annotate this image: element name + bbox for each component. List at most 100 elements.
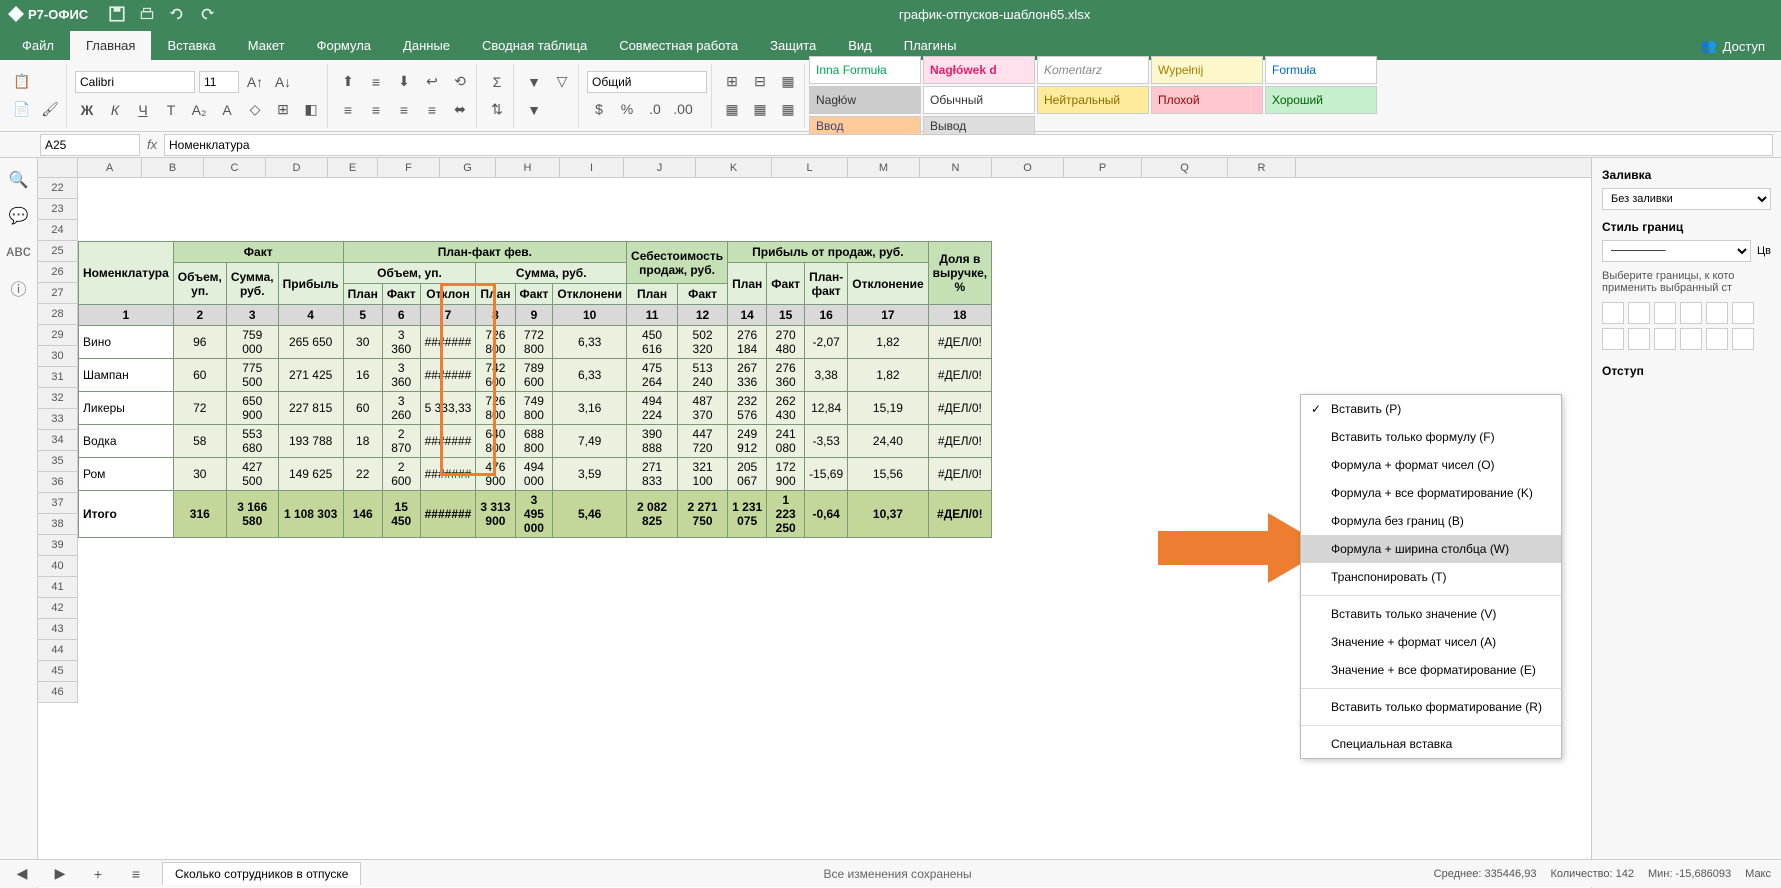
row-header[interactable]: 42: [38, 598, 77, 619]
ctx-item[interactable]: Значение + формат чисел (A): [1301, 628, 1561, 656]
prev-sheet-icon[interactable]: ◀: [10, 862, 34, 886]
border-inner-icon[interactable]: [1628, 302, 1650, 324]
ctx-item[interactable]: Формула + формат чисел (O): [1301, 451, 1561, 479]
font-name-input[interactable]: [75, 71, 195, 93]
tab-совместная работа[interactable]: Совместная работа: [603, 31, 754, 60]
tab-файл[interactable]: Файл: [6, 31, 70, 60]
add-sheet-icon[interactable]: +: [86, 862, 110, 886]
column-header[interactable]: R: [1228, 158, 1296, 177]
column-header[interactable]: J: [624, 158, 696, 177]
sheet-tab[interactable]: Сколько сотрудников в отпуске: [162, 862, 361, 885]
clear-icon[interactable]: ◧: [299, 98, 323, 122]
wrap-text-icon[interactable]: ↩: [420, 70, 444, 94]
subscript-icon[interactable]: A₂: [187, 98, 211, 122]
style-cell[interactable]: Wypełnij: [1151, 56, 1263, 84]
style-cell[interactable]: Хороший: [1265, 86, 1377, 114]
row-header[interactable]: 38: [38, 514, 77, 535]
undo-icon[interactable]: [168, 5, 186, 23]
decrease-font-icon[interactable]: A↓: [271, 70, 295, 94]
column-header[interactable]: K: [696, 158, 772, 177]
fill-select[interactable]: Без заливки: [1602, 188, 1771, 210]
ctx-item[interactable]: Значение + все форматирование (E): [1301, 656, 1561, 684]
cell-styles[interactable]: Inna FormułaNagłówek dKomentarzWypełnijF…: [809, 56, 1377, 136]
column-header[interactable]: N: [920, 158, 992, 177]
paste-special-menu[interactable]: Вставить (P)Вставить только формулу (F)Ф…: [1300, 394, 1562, 759]
border-all-icon[interactable]: [1654, 302, 1676, 324]
row-header[interactable]: 43: [38, 619, 77, 640]
row-header[interactable]: 41: [38, 577, 77, 598]
tab-данные[interactable]: Данные: [387, 31, 466, 60]
row-header[interactable]: 27: [38, 283, 77, 304]
row-header[interactable]: 34: [38, 430, 77, 451]
border-vmid-icon[interactable]: [1628, 328, 1650, 350]
ctx-item[interactable]: Формула + все форматирование (K): [1301, 479, 1561, 507]
style-cell[interactable]: Нейтральный: [1037, 86, 1149, 114]
row-header[interactable]: 40: [38, 556, 77, 577]
paste-icon[interactable]: 📄: [10, 98, 34, 122]
strikethrough-icon[interactable]: Т: [159, 98, 183, 122]
ctx-item[interactable]: Формула + ширина столбца (W): [1301, 535, 1561, 563]
increase-decimal-icon[interactable]: .00: [671, 97, 695, 121]
font-color-icon[interactable]: A: [215, 98, 239, 122]
style-cell[interactable]: Nagłów: [809, 86, 921, 114]
column-header[interactable]: L: [772, 158, 848, 177]
column-header[interactable]: E: [328, 158, 378, 177]
border-bottom-icon[interactable]: [1732, 328, 1754, 350]
fill-color-icon[interactable]: ◇: [243, 98, 267, 122]
tab-вставка[interactable]: Вставка: [151, 31, 231, 60]
row-header[interactable]: 23: [38, 199, 77, 220]
share-button[interactable]: 👥 Доступ: [1684, 32, 1781, 60]
ctx-item[interactable]: Вставить (P): [1301, 395, 1561, 423]
column-header[interactable]: G: [440, 158, 496, 177]
border-diag1-icon[interactable]: [1706, 302, 1728, 324]
border-hmid-icon[interactable]: [1706, 328, 1728, 350]
align-right-icon[interactable]: ≡: [392, 98, 416, 122]
format-icon[interactable]: ▦: [748, 98, 772, 122]
align-bottom-icon[interactable]: ⬇: [392, 70, 416, 94]
ctx-item[interactable]: Вставить только форматирование (R): [1301, 693, 1561, 721]
column-header[interactable]: O: [992, 158, 1064, 177]
border-style-select[interactable]: ───────: [1602, 240, 1751, 262]
align-center-icon[interactable]: ≡: [364, 98, 388, 122]
select-all-corner[interactable]: [38, 158, 78, 177]
row-header[interactable]: 25: [38, 241, 77, 262]
italic-icon[interactable]: К: [103, 98, 127, 122]
cell-format-icon[interactable]: ▦: [776, 98, 800, 122]
row-header[interactable]: 22: [38, 178, 77, 199]
merge-icon[interactable]: ⬌: [448, 98, 472, 122]
sheet-list-icon[interactable]: ≡: [124, 862, 148, 886]
ctx-item[interactable]: Формула без границ (B): [1301, 507, 1561, 535]
border-top-icon[interactable]: [1680, 328, 1702, 350]
filter-icon[interactable]: ▼: [522, 70, 546, 94]
row-header[interactable]: 36: [38, 472, 77, 493]
align-left-icon[interactable]: ≡: [336, 98, 360, 122]
tab-сводная таблица[interactable]: Сводная таблица: [466, 31, 603, 60]
row-header[interactable]: 31: [38, 367, 77, 388]
autosum-icon[interactable]: Σ: [485, 70, 509, 94]
ctx-item[interactable]: Вставить только значение (V): [1301, 600, 1561, 628]
increase-font-icon[interactable]: A↑: [243, 70, 267, 94]
insert-cells-icon[interactable]: ⊞: [720, 70, 744, 94]
column-header[interactable]: B: [142, 158, 204, 177]
ctx-item[interactable]: Специальная вставка: [1301, 730, 1561, 758]
border-outer-icon[interactable]: [1602, 302, 1624, 324]
ctx-item[interactable]: Вставить только формулу (F): [1301, 423, 1561, 451]
reapply-icon[interactable]: ▼: [522, 98, 546, 122]
style-cell[interactable]: Обычный: [923, 86, 1035, 114]
column-header[interactable]: A: [78, 158, 142, 177]
copy-icon[interactable]: 📋: [10, 70, 34, 94]
formula-input[interactable]: [164, 134, 1773, 156]
style-cell[interactable]: Formuła: [1265, 56, 1377, 84]
borders-icon[interactable]: ⊞: [271, 98, 295, 122]
next-sheet-icon[interactable]: ▶: [48, 862, 72, 886]
row-header[interactable]: 37: [38, 493, 77, 514]
data-table[interactable]: НоменклатураФактПлан-факт фев.Себестоимо…: [78, 241, 992, 538]
number-format-select[interactable]: [587, 71, 707, 93]
row-header[interactable]: 44: [38, 640, 77, 661]
column-header[interactable]: D: [266, 158, 328, 177]
column-header[interactable]: F: [378, 158, 440, 177]
name-box[interactable]: [40, 134, 140, 156]
row-header[interactable]: 26: [38, 262, 77, 283]
font-size-input[interactable]: [199, 71, 239, 93]
border-left-icon[interactable]: [1602, 328, 1624, 350]
